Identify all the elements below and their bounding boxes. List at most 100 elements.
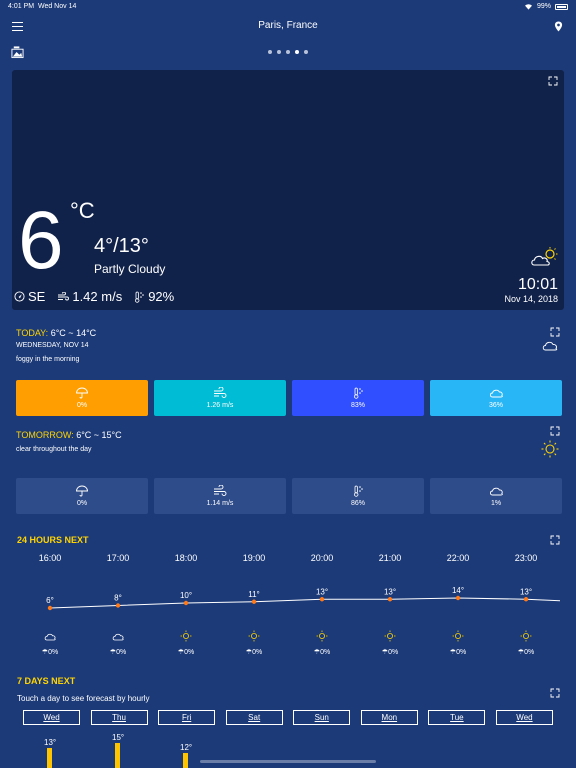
today-humidity-tile: 83% [292, 380, 424, 416]
partly-cloudy-icon [531, 247, 558, 266]
humidity-icon [353, 485, 363, 497]
current-temperature: 6 [18, 195, 64, 286]
sun-icon [384, 630, 396, 642]
expand-icon[interactable] [548, 76, 558, 86]
current-weather-card: 6 °C 4°/13° Partly Cloudy SE 1.42 m/s 92… [12, 70, 564, 310]
hour-label: 21:00 [378, 553, 402, 563]
location-pin-icon[interactable] [554, 21, 563, 32]
expand-icon[interactable] [550, 426, 560, 436]
day-button[interactable]: Fri [158, 710, 216, 725]
tomorrow-humidity-tile: 86% [292, 478, 424, 514]
wind-icon [214, 485, 227, 496]
today-date: WEDNESDAY, NOV 14 [16, 342, 89, 349]
day-button[interactable]: Tue [428, 710, 486, 725]
hour-label: 18:00 [174, 553, 198, 563]
sun-icon [248, 630, 260, 642]
cloud-icon [490, 487, 503, 496]
hour-precip-value: 0% [456, 649, 467, 656]
page-dot-active[interactable] [295, 50, 299, 54]
cloud-icon [542, 341, 558, 351]
day-high-label: 13° [44, 738, 57, 747]
days-hint: Touch a day to see forecast by hourly [17, 694, 150, 703]
day-button[interactable]: Sun [293, 710, 351, 725]
hour-precip: ☂0% [517, 649, 535, 656]
temperature-label: 13° [316, 587, 328, 596]
temperature-label: 13° [520, 587, 532, 596]
day-button[interactable]: Mon [360, 710, 418, 725]
hour-precip-value: 0% [524, 649, 535, 656]
sun-icon [180, 630, 192, 642]
status-right: 99% [524, 3, 568, 10]
day-button[interactable]: Wed [23, 710, 80, 725]
temperature-label: 6° [46, 596, 54, 605]
hour-cell: ☂0% [492, 630, 560, 656]
wind-direction: SE [14, 289, 45, 304]
temperature-point [387, 597, 393, 602]
status-time: 4:01 PM [8, 3, 35, 10]
hour-cell: ☂0% [152, 630, 220, 656]
umbrella-icon [76, 485, 88, 497]
hour-precip: ☂0% [109, 649, 127, 656]
page-dot[interactable] [277, 50, 281, 54]
day-button[interactable]: Sat [225, 710, 283, 725]
humidity-value: 92% [148, 289, 175, 304]
today-tiles: 0% 1.26 m/s 83% 36% [16, 380, 562, 416]
local-time: 10:01 [517, 276, 558, 293]
wind-icon [214, 387, 227, 398]
wind-speed-value: 1.42 m/s [72, 289, 123, 304]
hour-labels: 16:00 17:00 18:00 19:00 20:00 21:00 22:0… [16, 553, 560, 563]
top-bar: Paris, France [0, 14, 576, 42]
hour-precip: ☂0% [449, 649, 467, 656]
hour-precip-value: 0% [320, 649, 331, 656]
hour-label: 20:00 [310, 553, 334, 563]
status-time-date: 4:01 PM Wed Nov 14 [8, 3, 76, 10]
temperature-point [47, 605, 53, 611]
cloud-icon [112, 633, 124, 641]
page-indicator[interactable] [0, 50, 576, 54]
humidity-icon [135, 291, 145, 303]
tomorrow-precipitation-tile: 0% [16, 478, 148, 514]
page-dot[interactable] [304, 50, 308, 54]
tomorrow-precipitation: 0% [76, 500, 88, 507]
temperature-point [183, 600, 189, 606]
page-dot[interactable] [268, 50, 272, 54]
hour-precip-value: 0% [388, 649, 399, 656]
hour-precip: ☂0% [313, 649, 331, 656]
sun-icon [541, 440, 559, 458]
battery-icon [555, 3, 568, 10]
tomorrow-tiles: 0% 1.14 m/s 86% 1% [16, 478, 562, 514]
tomorrow-cloud-cover: 1% [490, 500, 502, 507]
city-title: Paris, France [258, 20, 318, 31]
expand-icon[interactable] [550, 327, 560, 337]
temperature-range: 4°/13° [94, 235, 149, 257]
day-button[interactable]: Thu [90, 710, 148, 725]
hour-cell: ☂0% [84, 630, 152, 656]
hour-precip: ☂0% [381, 649, 399, 656]
hourly-forecast-cells: ☂0% ☂0% ☂0% ☂0% ☂0% ☂0% ☂0% ☂0% [16, 630, 560, 656]
hour-precip-value: 0% [116, 649, 127, 656]
expand-icon[interactable] [550, 535, 560, 545]
day-button[interactable]: Wed [495, 710, 553, 725]
today-cloud-cover-tile: 36% [430, 380, 562, 416]
home-indicator [200, 760, 376, 763]
wind-speed: 1.42 m/s [57, 289, 122, 304]
day-high-label: 15° [112, 733, 125, 742]
humidity-icon [353, 387, 363, 399]
today-title: TODAY: 6°C ~ 14°C [16, 328, 96, 338]
today-precipitation-tile: 0% [16, 380, 148, 416]
temperature-label: 11° [248, 590, 260, 599]
page-dot[interactable] [286, 50, 290, 54]
hour-label: 22:00 [446, 553, 470, 563]
tomorrow-summary: clear throughout the day [16, 446, 92, 453]
today-precipitation: 0% [76, 402, 88, 409]
temperature-point [319, 597, 325, 602]
hour-cell: ☂0% [288, 630, 356, 656]
sun-icon [316, 630, 328, 642]
hours-title: 24 HOURS NEXT [17, 535, 89, 545]
temperature-unit: °C [70, 198, 95, 223]
wind-icon [58, 291, 70, 300]
compass-icon [14, 291, 25, 302]
today-label: TODAY: [16, 328, 49, 338]
temperature-point [455, 595, 461, 601]
expand-icon[interactable] [550, 688, 560, 698]
